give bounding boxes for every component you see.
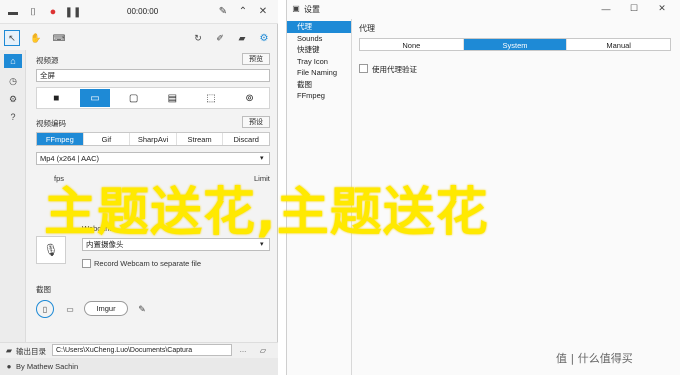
screen-select[interactable]: 全屏 [36,69,270,82]
watermark: 值 | 什么值得买 [556,352,633,365]
github-icon[interactable]: ● [4,361,14,371]
settings-title-bar: ▣ 设置 — ☐ ✕ [287,0,680,18]
refresh-icon[interactable]: ↻ [192,31,204,45]
author-label: By Mathew Sachin [16,362,79,371]
clipboard-icon[interactable]: ▭ [64,302,76,316]
gear-icon[interactable]: ⚙ [5,92,21,106]
nav-item-proxy[interactable]: 代理 [287,21,351,33]
region-icon[interactable]: ⬚ [196,89,226,107]
pin-icon[interactable]: ✎ [216,4,230,18]
record-icon[interactable]: ● [46,5,60,19]
proxy-none-option[interactable]: None [360,39,464,50]
video-source-heading: 视频源 [36,56,59,65]
proxy-auth-label: 使用代理验证 [372,65,417,74]
nav-item-screenshot[interactable]: 截图 [287,79,351,91]
proxy-auth-checkbox[interactable] [359,64,368,73]
nav-item-hotkeys[interactable]: 快捷键 [287,44,351,56]
app-icon: ▣ [292,4,300,13]
minimize-icon[interactable]: — [599,2,613,15]
main-title-bar: ▬ ⌷ ● ❚❚ 00:00:00 ✎ ⌃ ✕ [0,0,278,24]
pause-icon[interactable]: ❚❚ [65,5,82,19]
nav-item-file-naming[interactable]: File Naming [287,67,351,79]
keyboard-icon[interactable]: ⌨ [52,31,66,45]
edit-icon[interactable]: ✎ [136,302,148,316]
source-type-bar: ■ ▭ ▢ ▤ ⬚ ⊚ [36,87,270,109]
folder-icon: ▰ [5,346,13,355]
preview-button[interactable]: 预览 [242,53,270,65]
screenshot-heading: 截图 [36,285,51,294]
monitor-icon[interactable]: ▢ [119,89,149,107]
nav-item-ffmpeg[interactable]: FFmpeg [287,90,351,102]
proxy-manual-option[interactable]: Manual [567,39,670,50]
tab-stream[interactable]: Stream [177,133,224,145]
proxy-system-option[interactable]: System [463,39,568,50]
output-path-input[interactable]: C:\Users\XuCheng.Luo\Documents\Captura [52,344,232,356]
minimize-icon[interactable]: ▬ [6,5,20,19]
tab-discard[interactable]: Discard [223,133,269,145]
settings-title: 设置 [304,5,320,14]
preset-button[interactable]: 预设 [242,116,270,128]
video-encoder-heading: 视频编码 [36,119,66,128]
close-icon[interactable]: ✕ [256,4,270,18]
status-bar: ● By Mathew Sachin [0,358,278,375]
help-icon[interactable]: ? [5,110,21,124]
record-webcam-checkbox[interactable] [82,259,91,268]
brush-icon[interactable]: ✐ [214,31,226,45]
no-video-icon[interactable]: ■ [41,89,71,107]
pointer-tool-icon[interactable]: ↖ [4,30,20,46]
output-bar: ▰ 输出目录 C:\Users\XuCheng.Luo\Documents\Ca… [0,342,278,358]
history-icon[interactable]: ◷ [5,74,21,88]
hand-icon[interactable]: ✋ [30,31,42,45]
settings-icon[interactable]: ⚙ [258,31,270,45]
proxy-mode-segment: None System Manual [359,38,671,51]
output-label: 输出目录 [16,347,46,356]
camera-icon[interactable]: ⌷ [26,5,40,19]
tab-sharpavi[interactable]: SharpAvi [130,133,177,145]
imgur-button[interactable]: Imgur [84,301,128,316]
home-icon[interactable]: ⌂ [4,54,22,68]
proxy-heading: 代理 [359,24,375,33]
collapse-icon[interactable]: ⌃ [236,4,250,18]
record-webcam-label: Record Webcam to separate file [94,259,201,268]
more-icon[interactable]: … [236,345,250,356]
window-icon[interactable]: ▤ [157,89,187,107]
settings-nav: 代理 Sounds 快捷键 Tray Icon File Naming 截图 F… [287,21,351,102]
folder-icon[interactable]: ▰ [236,31,248,45]
gamepad-icon[interactable]: ⊚ [235,89,265,107]
overlay-caption: 主题送花,主题送花 [44,183,489,243]
chevron-down-icon: ▾ [260,155,264,162]
tab-ffmpeg[interactable]: FFmpeg [37,133,84,145]
codec-select[interactable]: Mp4 (x264 | AAC) [36,152,270,165]
timer-display: 00:00:00 [127,7,159,16]
encoder-tabs: FFmpeg Gif SharpAvi Stream Discard [36,132,270,146]
open-folder-icon[interactable]: ▱ [256,345,270,356]
screen-icon[interactable]: ▭ [79,89,110,107]
nav-item-tray-icon[interactable]: Tray Icon [287,56,351,68]
close-icon[interactable]: ✕ [655,2,669,15]
maximize-icon[interactable]: ☐ [627,2,641,15]
disk-icon[interactable]: ▯ [36,300,54,318]
nav-item-sounds[interactable]: Sounds [287,33,351,45]
tab-gif[interactable]: Gif [84,133,131,145]
side-icon-column: ⌂ ◷ ⚙ ? [0,50,26,344]
